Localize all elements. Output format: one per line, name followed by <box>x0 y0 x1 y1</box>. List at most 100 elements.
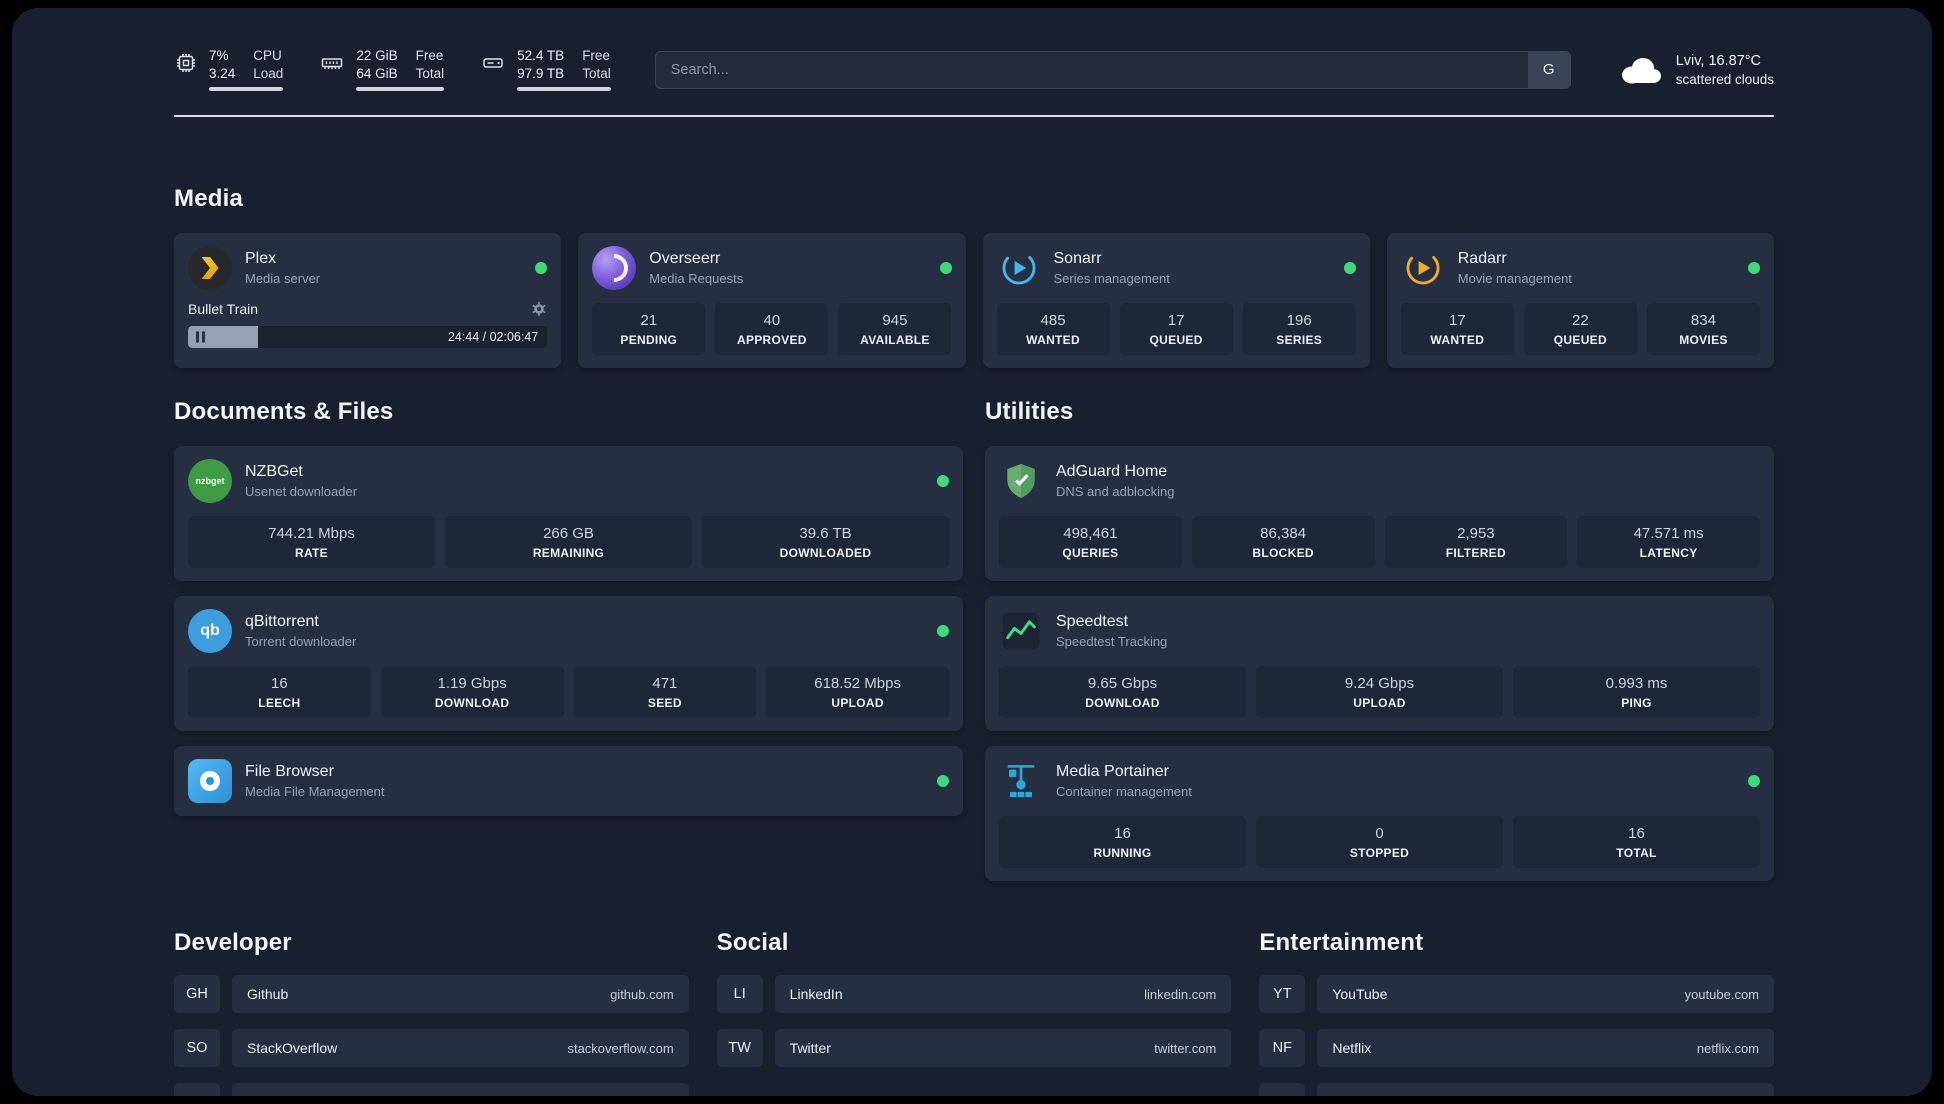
portainer-card[interactable]: Media Portainer Container management 16 … <box>985 746 1774 881</box>
header-divider <box>174 115 1774 117</box>
radarr-card[interactable]: Radarr Movie management 17 WANTED 22 QUE… <box>1386 233 1774 368</box>
search-input[interactable] <box>654 50 1571 89</box>
nzbget-card[interactable]: nzbget NZBGet Usenet downloader 744.21 M… <box>174 446 963 581</box>
stat-tile: 86,384 BLOCKED <box>1191 516 1375 568</box>
plex-card[interactable]: Plex Media server Bullet Train 24:44 / 0… <box>174 233 562 368</box>
documents-column: Documents & Files nzbget NZBGet Usenet d… <box>174 398 963 816</box>
bookmark-link-dev[interactable]: DEV dev.to <box>232 1083 689 1096</box>
stat-tile: 0 STOPPED <box>1256 816 1503 868</box>
app-subtitle: Media Requests <box>649 271 744 286</box>
ram-free-label: Free <box>415 48 444 63</box>
bookmark-link-stackoverflow[interactable]: StackOverflow stackoverflow.com <box>232 1029 689 1067</box>
bookmark-link-netflix[interactable]: Netflix netflix.com <box>1317 1029 1775 1067</box>
bookmark-row: DT DEV dev.to <box>174 1083 689 1096</box>
stat-tile: 17 WANTED <box>1400 303 1514 355</box>
pause-icon[interactable] <box>196 331 205 343</box>
bookmark-link-github[interactable]: Github github.com <box>232 975 689 1013</box>
app-name: Overseerr <box>649 250 721 267</box>
cpu-label: CPU <box>253 48 282 63</box>
speedtest-card[interactable]: Speedtest Speedtest Tracking 9.65 Gbps D… <box>985 596 1774 731</box>
bookmark-row: YT YouTube youtube.com <box>1259 975 1775 1013</box>
status-dot <box>535 262 548 274</box>
portainer-icon <box>999 759 1043 803</box>
app-name: Speedtest <box>1056 613 1129 630</box>
app-name: Media Portainer <box>1056 763 1169 780</box>
section-title-developer: Developer <box>174 929 292 956</box>
section-title-media: Media <box>174 185 244 212</box>
bookmark-link-youtube[interactable]: YouTube youtube.com <box>1317 975 1775 1013</box>
stat-tile: 16 TOTAL <box>1513 816 1760 868</box>
section-title-documents: Documents & Files <box>174 398 394 425</box>
app-subtitle: Speedtest Tracking <box>1056 634 1168 649</box>
bookmark-abbr[interactable]: SO <box>174 1029 220 1067</box>
search-provider-button[interactable]: G <box>1527 51 1570 88</box>
media-card-row: Plex Media server Bullet Train 24:44 / 0… <box>174 233 1774 368</box>
stat-tile: 39.6 TB DOWNLOADED <box>702 516 949 568</box>
ram-metric: 22 GiB 64 GiB Free Total <box>319 48 445 91</box>
filebrowser-card[interactable]: File Browser Media File Management <box>174 746 963 816</box>
bookmark-row: GH Github github.com <box>174 975 689 1013</box>
nzbget-icon: nzbget <box>188 459 232 503</box>
weather-location: Lviv, 16.87°C <box>1675 52 1762 69</box>
bookmark-link-twitter[interactable]: Twitter twitter.com <box>774 1029 1232 1067</box>
app-name: Sonarr <box>1053 250 1102 267</box>
stat-tile: 485 WANTED <box>996 303 1110 355</box>
stat-tile: 471 SEED <box>573 666 757 718</box>
status-dot <box>1748 262 1760 274</box>
sonarr-icon <box>997 246 1041 290</box>
disk-metric: 52.4 TB 97.9 TB Free Total <box>480 48 611 91</box>
stat-tile: 498,461 QUERIES <box>999 516 1182 568</box>
ram-usage-bar <box>356 87 445 91</box>
bookmark-row: RE Reddit reddit.com <box>1259 1083 1775 1096</box>
app-subtitle: Media File Management <box>245 784 385 799</box>
stat-tile: 618.52 Mbps UPLOAD <box>766 666 949 718</box>
sonarr-card[interactable]: Sonarr Series management 485 WANTED 17 Q… <box>982 233 1370 368</box>
bookmark-abbr[interactable]: RE <box>1259 1083 1306 1096</box>
cpu-metric: 7% 3.24 CPU Load <box>174 48 284 91</box>
status-dot <box>1748 775 1760 787</box>
app-subtitle: Media server <box>245 271 321 286</box>
app-name: NZBGet <box>245 463 303 480</box>
stat-tile: 9.24 Gbps UPLOAD <box>1256 666 1503 718</box>
radarr-icon <box>1401 246 1445 290</box>
stat-tile: 17 QUEUED <box>1119 303 1233 355</box>
stat-tile: 47.571 ms LATENCY <box>1577 516 1760 568</box>
cpu-load-label: Load <box>253 66 284 81</box>
bookmark-abbr[interactable]: TW <box>716 1029 763 1067</box>
stat-tile: 22 QUEUED <box>1523 303 1637 355</box>
app-subtitle: DNS and adblocking <box>1056 484 1175 499</box>
app-subtitle: Series management <box>1053 271 1170 286</box>
stat-tile: 40 APPROVED <box>715 303 829 355</box>
weather-widget: Lviv, 16.87°C scattered clouds <box>1617 53 1774 87</box>
adguard-card[interactable]: AdGuard Home DNS and adblocking 498,461 … <box>985 446 1774 581</box>
bookmark-abbr[interactable]: LI <box>716 975 763 1013</box>
playback-progress-bar[interactable]: 24:44 / 02:06:47 <box>188 326 548 348</box>
now-playing-title: Bullet Train <box>188 301 259 317</box>
bookmark-link-linkedin[interactable]: LinkedIn linkedin.com <box>774 975 1232 1013</box>
bookmark-abbr[interactable]: YT <box>1259 975 1306 1013</box>
stat-tile: 16 RUNNING <box>999 816 1246 868</box>
stat-tile: 9.65 Gbps DOWNLOAD <box>999 666 1246 718</box>
gear-icon[interactable] <box>531 301 547 317</box>
cpu-icon <box>177 54 195 72</box>
cpu-load-value: 3.24 <box>209 66 236 81</box>
stat-tile: 16 LEECH <box>188 666 371 718</box>
stat-tile: 21 PENDING <box>592 303 706 355</box>
qbittorrent-icon: qb <box>188 609 232 653</box>
bookmark-row: SO StackOverflow stackoverflow.com <box>174 1029 689 1067</box>
dashboard-frame: 7% 3.24 CPU Load 22 GiB 64 GiB Free Tota… <box>12 8 1932 1096</box>
bookmark-row: TW Twitter twitter.com <box>716 1029 1232 1067</box>
overseerr-card[interactable]: Overseerr Media Requests 21 PENDING 40 A… <box>578 233 966 368</box>
qbittorrent-card[interactable]: qb qBittorrent Torrent downloader 16 LEE… <box>174 596 963 731</box>
social-bookmarks: Social LI LinkedIn linkedin.com TW Twitt… <box>716 929 1232 1096</box>
bookmark-link-reddit[interactable]: Reddit reddit.com <box>1317 1083 1775 1096</box>
app-name: AdGuard Home <box>1056 463 1168 480</box>
bookmark-abbr[interactable]: GH <box>174 975 220 1013</box>
developer-bookmarks: Developer GH Github github.com SO StackO… <box>174 929 689 1096</box>
adguard-icon <box>999 459 1043 503</box>
app-subtitle: Movie management <box>1457 271 1572 286</box>
weather-condition: scattered clouds <box>1675 71 1774 87</box>
bookmark-abbr[interactable]: NF <box>1259 1029 1306 1067</box>
bookmark-abbr[interactable]: DT <box>174 1083 220 1096</box>
cpu-usage-bar <box>209 87 284 91</box>
